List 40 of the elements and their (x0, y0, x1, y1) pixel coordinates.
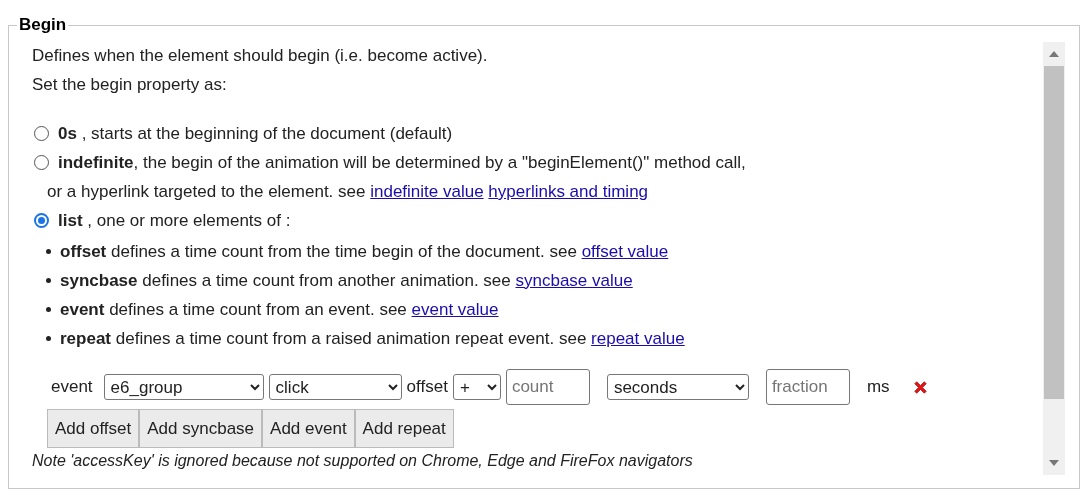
help-link[interactable]: indefinite value (370, 182, 484, 201)
event-label: event (51, 377, 93, 397)
bullet-icon (46, 249, 51, 254)
bullet-icon (46, 336, 51, 341)
scrollbar[interactable] (1043, 42, 1065, 475)
bullet-text: repeat defines a time count from a raised animation repeat event. see repeat value (60, 328, 685, 349)
intro-text: Set the begin property as: (32, 74, 228, 96)
option-text: indefinite, the begin of the animation will be determined by a "beginElement()" method call, (58, 152, 746, 173)
offset-label: offset (406, 377, 448, 397)
option-text: list , one or more elements of : (58, 210, 291, 231)
unit-select[interactable]: seconds (606, 374, 749, 400)
panel-legend: Begin (17, 15, 69, 35)
bullet-text: syncbase defines a time count from another animation. see syncbase value (60, 270, 633, 291)
note-text: Note 'accessKey' is ignored because not supported on Chrome, Edge and FireFox navigators (32, 451, 694, 471)
help-link[interactable]: event value (411, 299, 499, 319)
scrollbar-thumb[interactable] (1044, 66, 1064, 399)
help-link[interactable]: repeat value (591, 328, 685, 348)
scroll-down-icon[interactable] (1049, 460, 1059, 466)
bullet-icon (46, 278, 51, 283)
count-field[interactable]: count (505, 369, 590, 405)
add-button[interactable]: Add event (262, 409, 355, 448)
scroll-up-icon[interactable] (1049, 51, 1059, 57)
bullet-text: offset defines a time count from the time begin of the document. see offset value (60, 241, 669, 262)
help-link[interactable]: hyperlinks and timing (488, 182, 649, 201)
bullet-text: event defines a time count from an event. see event value (60, 299, 499, 320)
add-button[interactable]: Add repeat (354, 409, 454, 448)
option-text: or a hyperlink targeted to the element. see (47, 182, 366, 201)
help-link[interactable]: syncbase value (515, 270, 633, 290)
add-button[interactable]: Add syncbase (139, 409, 263, 448)
event-select[interactable]: click (268, 374, 402, 400)
help-link[interactable]: offset value (581, 241, 669, 261)
sign-select[interactable]: + (452, 374, 501, 400)
intro-text: Defines when the element should begin (i.e. become active). (32, 45, 489, 67)
option-text: 0s , starts at the beginning of the document (default) (58, 123, 453, 144)
radio-button[interactable] (34, 213, 49, 228)
fraction-field[interactable]: fraction (765, 369, 850, 405)
bullet-icon (46, 307, 51, 312)
add-button[interactable]: Add offset (47, 409, 140, 448)
ms-label: ms (866, 377, 890, 397)
element-select[interactable]: e6_group (103, 374, 264, 400)
